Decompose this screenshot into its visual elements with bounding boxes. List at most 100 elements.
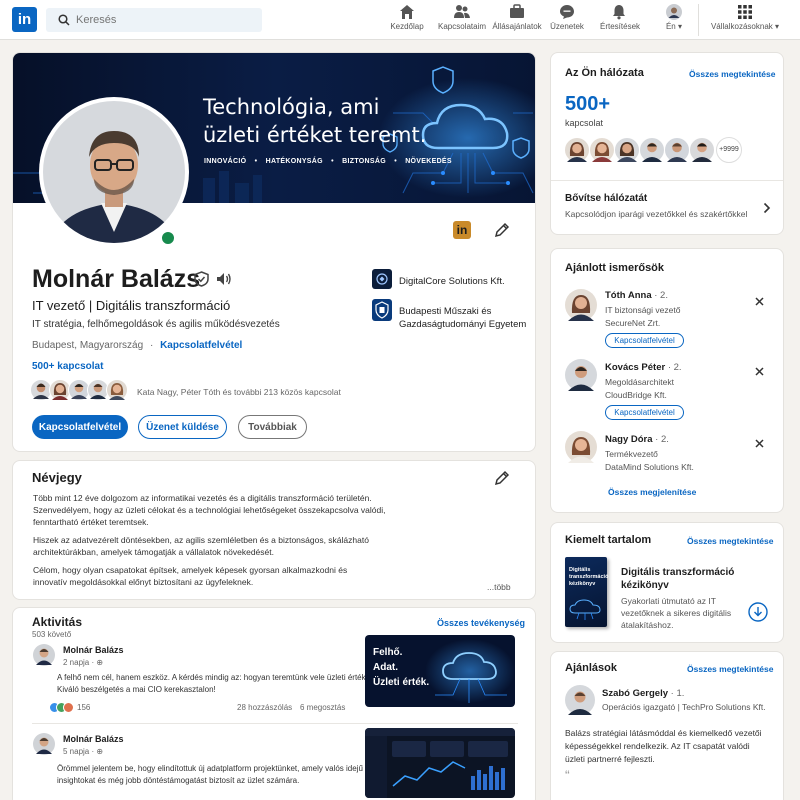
nav-notifications-label: Értesítések — [600, 22, 641, 31]
suggestion-role: Termékvezető — [605, 449, 658, 459]
avatar[interactable] — [565, 431, 597, 463]
reaction-count[interactable]: 156 — [77, 703, 90, 712]
contact-info-link[interactable]: Kapcsolatfelvétel — [160, 340, 242, 351]
book-cover-text: Digitális — [569, 567, 591, 573]
school-logo-icon — [375, 301, 389, 319]
school-logo[interactable] — [372, 299, 392, 321]
about-text: Több mint 12 éve dolgozom az informatika… — [33, 493, 372, 503]
suggestion-name[interactable]: Nagy Dóra · 2. — [605, 434, 669, 445]
chevron-right-icon — [763, 202, 771, 214]
banner-tag: NÖVEKEDÉS — [405, 158, 452, 165]
featured-book-cover[interactable]: Digitális transzformáció kézikönyv — [565, 557, 609, 627]
dismiss-icon[interactable] — [755, 439, 764, 448]
followers-count: 503 követő — [32, 630, 72, 639]
reaction-icons[interactable] — [49, 702, 79, 714]
featured-all-link[interactable]: Összes megtekintése — [687, 536, 773, 546]
post-thumbnail[interactable]: Felhő. Adat. Üzleti érték. — [365, 635, 515, 707]
avatar[interactable] — [565, 289, 597, 321]
verified-shield-icon[interactable] — [194, 271, 209, 287]
suggestion-connect-button[interactable]: Kapcsolatfelvétel — [605, 333, 684, 348]
all-activity-link[interactable]: Összes tevékenység — [437, 618, 525, 628]
avatar — [564, 137, 590, 163]
connect-button[interactable]: Kapcsolatfelvétel — [32, 415, 128, 439]
profile-location-line: Budapest, Magyarország · Kapcsolatfelvét… — [32, 340, 243, 351]
shares-count[interactable]: 6 megosztás — [300, 703, 345, 712]
suggestion-company: CloudBridge Kft. — [605, 390, 667, 400]
post-author[interactable]: Molnár Balázs — [63, 645, 124, 655]
suggestion-name[interactable]: Kovács Péter · 2. — [605, 362, 682, 373]
about-title: Névjegy — [32, 470, 82, 485]
edit-icon[interactable] — [494, 222, 510, 238]
nav-network-label: Kapcsolataim — [438, 22, 487, 31]
avatar — [33, 644, 55, 666]
linkedin-logo[interactable]: in — [12, 7, 37, 32]
post-time: 5 napja · ⊕ — [63, 747, 104, 756]
book-cover-text: transzformáció — [569, 574, 609, 580]
nav-messaging-label: Üzenetek — [550, 22, 584, 31]
suggestion-role: Megoldásarchitekt — [605, 377, 674, 387]
nav-notifications[interactable]: Értesítések — [600, 4, 641, 31]
quote-icon: “ — [565, 767, 570, 783]
dismiss-icon[interactable] — [755, 367, 764, 376]
avatar — [106, 379, 128, 401]
suggestion-company: SecureNet Zrt. — [605, 318, 661, 328]
nav-messaging[interactable]: Üzenetek — [550, 4, 584, 31]
edit-icon[interactable] — [494, 470, 510, 486]
featured-item-desc: vezetőknek a sikeres digitális — [621, 608, 732, 618]
more-button[interactable]: Továbbiak — [238, 415, 307, 439]
about-text: innovatív megoldásokkal előnyt biztosíta… — [33, 577, 254, 587]
school-name-line2[interactable]: Gazdaságtudományi Egyetem — [399, 319, 526, 330]
comments-count[interactable]: 28 hozzászólás — [237, 703, 292, 712]
about-more-link[interactable]: ...több — [487, 582, 511, 592]
nav-me[interactable]: Én ▾ — [660, 4, 688, 31]
profile-photo[interactable] — [39, 97, 189, 247]
nav-home[interactable]: Kezdőlap — [390, 4, 424, 31]
recommender-name[interactable]: Szabó Gergely · 1. — [602, 688, 684, 699]
search-bar[interactable] — [46, 8, 262, 32]
banner-tag: INNOVÁCIÓ — [204, 158, 247, 165]
dismiss-icon[interactable] — [755, 297, 764, 306]
nav-jobs[interactable]: Állásajánlatok — [492, 4, 542, 31]
mutual-connections-text[interactable]: Kata Nagy, Péter Tóth és további 213 köz… — [137, 387, 341, 397]
suggestion-name[interactable]: Tóth Anna · 2. — [605, 290, 668, 301]
featured-item-title[interactable]: kézikönyv — [621, 580, 669, 591]
message-button[interactable]: Üzenet küldése — [138, 415, 227, 439]
nav-business[interactable]: Vállalkozásoknak ▾ — [708, 4, 782, 31]
network-title: Az Ön hálózata — [565, 67, 644, 79]
expand-network-row[interactable]: Bővítse hálózatát Kapcsolódjon iparági v… — [551, 181, 783, 234]
banner-headline-2: üzleti értéket teremt. — [203, 123, 427, 147]
post-author[interactable]: Molnár Balázs — [63, 734, 124, 744]
connections-count[interactable]: 500+ kapcsolat — [32, 361, 103, 372]
company-name[interactable]: DigitalCore Solutions Kft. — [399, 276, 505, 287]
featured-item-title[interactable]: Digitális transzformáció — [621, 567, 734, 578]
linkedin-badge-icon[interactable]: in — [453, 221, 471, 239]
network-all-link[interactable]: Összes megtekintése — [689, 69, 775, 79]
love-reaction-icon — [63, 702, 74, 713]
school-name-line1[interactable]: Budapesti Műszaki és — [399, 306, 491, 317]
mutual-avatars[interactable] — [30, 379, 130, 401]
recommendation-text: üzleti partnerré fejleszti. — [565, 754, 655, 764]
show-all-suggestions-link[interactable]: Összes megjelenítése — [608, 487, 696, 497]
profile-subheadline: IT stratégia, felhőmegoldások és agilis … — [32, 319, 280, 330]
avatar[interactable] — [565, 359, 597, 391]
banner-tags: INNOVÁCIÓ • HATÉKONYSÁG • BIZTONSÁG • NÖ… — [204, 158, 452, 165]
avatar[interactable] — [565, 685, 595, 715]
recommendation-text: Balázs stratégiai látásmóddal és kiemelk… — [565, 728, 762, 738]
recommendations-all-link[interactable]: Összes megtekintése — [687, 664, 773, 674]
briefcase-icon — [510, 4, 524, 18]
post-text: Kiváló beszélgetés a mai CIO kerekasztal… — [57, 685, 216, 694]
avatar — [664, 137, 690, 163]
post-thumbnail[interactable] — [365, 728, 515, 798]
pronunciation-speaker-icon[interactable] — [216, 272, 232, 286]
suggestion-connect-button[interactable]: Kapcsolatfelvétel — [605, 405, 684, 420]
search-input[interactable] — [76, 8, 256, 32]
network-avatars[interactable]: +9999 — [564, 137, 783, 163]
download-icon[interactable] — [748, 602, 768, 622]
about-text: architektúrákban, amelyek támogatják a v… — [33, 547, 274, 557]
network-count[interactable]: 500+ — [565, 93, 610, 116]
nav-network[interactable]: Kapcsolataim — [438, 4, 486, 31]
company-logo[interactable] — [372, 269, 392, 289]
network-icon — [454, 5, 470, 18]
expand-network-title: Bővítse hálózatát — [565, 193, 648, 204]
about-text: fenntartható értéket teremtsek. — [33, 517, 149, 527]
